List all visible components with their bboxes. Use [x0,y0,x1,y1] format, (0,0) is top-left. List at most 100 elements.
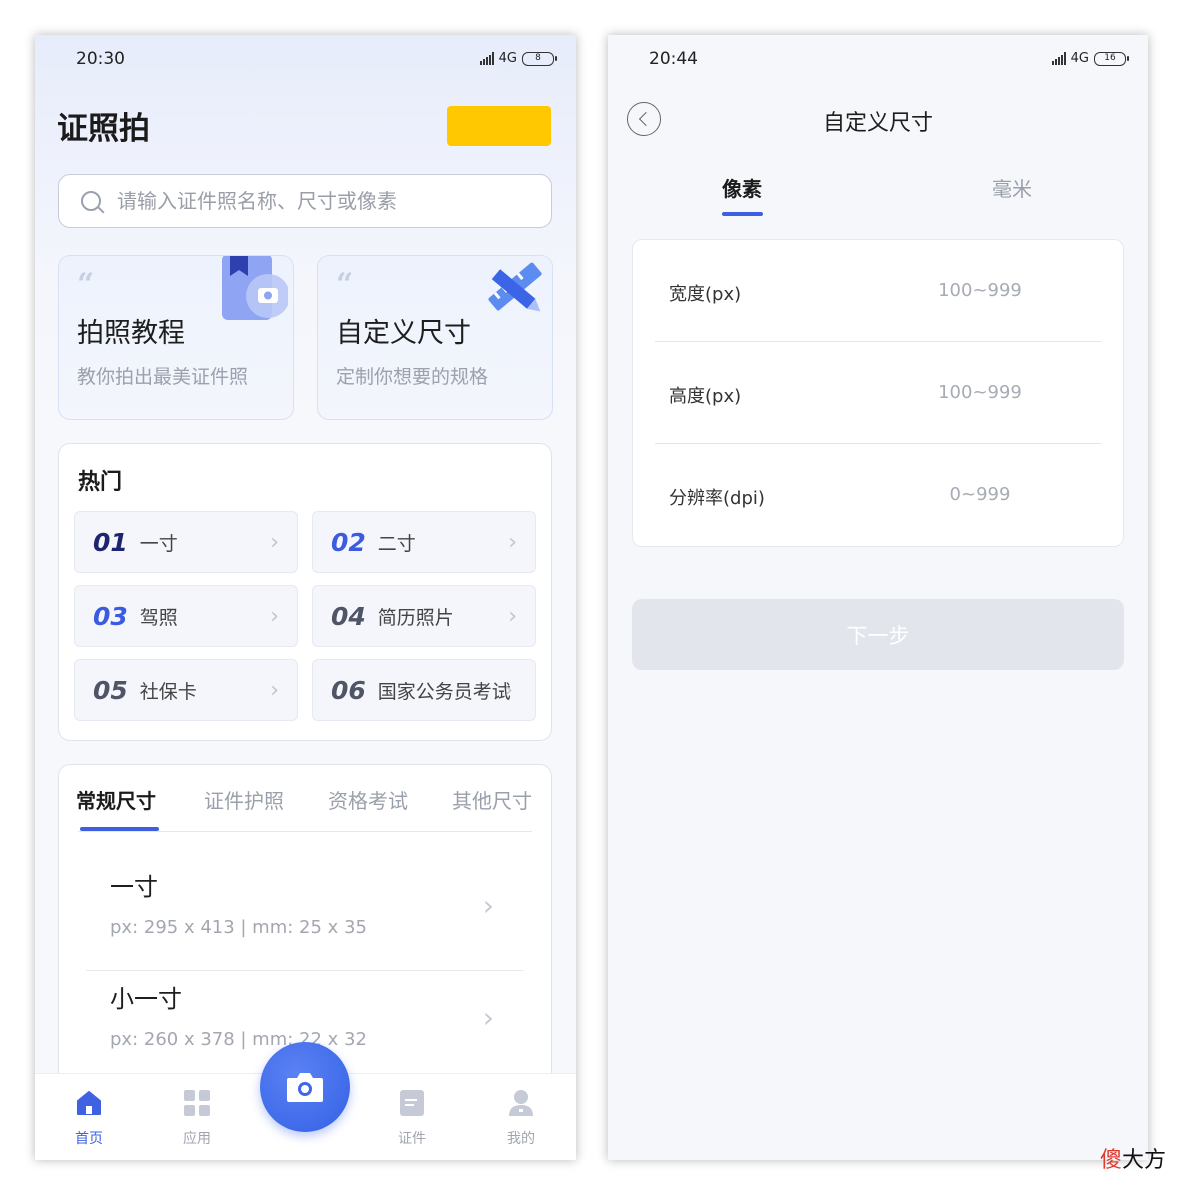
battery-icon: 8 [522,51,557,66]
hot-item-number: 06 [331,675,366,705]
network-label: 4G [498,51,517,66]
hot-title: 热门 [78,470,123,495]
chevron-right-icon: › [508,604,517,629]
network-label: 4G [1070,51,1089,66]
home-icon [77,1091,101,1115]
ruler-pencil-icon [488,262,542,312]
size-form: 宽度(px) 高度(px) 分辨率(dpi) [632,239,1124,547]
height-row: 高度(px) [655,342,1101,444]
redacted-block[interactable] [447,106,551,146]
chevron-right-icon: › [508,530,517,555]
width-label: 宽度(px) [669,284,742,305]
hot-item[interactable]: 06 国家公务员考试 › [312,659,536,721]
chevron-right-icon: › [270,678,279,703]
hot-item[interactable]: 03 驾照 › [74,585,298,647]
bookmark-camera-icon [222,256,288,320]
chevron-right-icon: › [270,604,279,629]
custom-size-card[interactable]: “ 自定义尺寸 定制你想要的规格 [317,255,553,420]
size-name: 小一寸 [110,985,182,1013]
search-icon [81,191,101,211]
dpi-field[interactable] [885,476,1075,512]
size-detail: px: 295 x 413 | mm: 25 x 35 [110,917,367,938]
signal-icon [479,52,494,65]
width-row: 宽度(px) [655,240,1101,342]
hot-item-label: 驾照 [139,606,178,629]
height-label: 高度(px) [669,386,742,407]
status-bar: 20:44 4G 16 [608,35,1148,83]
signal-icon [1051,52,1066,65]
feature-title: 自定义尺寸 [336,318,471,349]
chevron-right-icon: › [482,1001,494,1034]
tab-pixels[interactable]: 像素 [722,173,762,202]
quote-icon: “ [336,267,354,302]
status-indicators: 4G 16 [1051,51,1129,66]
nav-label: 我的 [507,1131,535,1147]
status-time: 20:30 [76,49,125,69]
camera-button[interactable] [260,1042,350,1132]
watermark: 傻大方 [1100,1142,1166,1174]
nav-apps[interactable]: 应用 [167,1088,227,1148]
tab-passport[interactable]: 证件护照 [204,785,284,814]
watermark-rest: 大方 [1121,1148,1166,1173]
hot-item[interactable]: 01 一寸 › [74,511,298,573]
hot-item[interactable]: 02 二寸 › [312,511,536,573]
next-step-button[interactable]: 下一步 [632,599,1124,670]
status-time: 20:44 [649,49,698,69]
page-title: 自定义尺寸 [822,111,933,136]
active-tab-indicator [722,212,763,216]
hot-item-number: 01 [93,527,128,557]
width-field[interactable] [885,272,1075,308]
nav-documents[interactable]: 证件 [382,1088,442,1148]
hot-item-label: 一寸 [139,532,178,555]
search-bar[interactable] [58,174,552,228]
tab-regular-size[interactable]: 常规尺寸 [76,785,156,814]
height-field[interactable] [885,374,1075,410]
tab-millimeters[interactable]: 毫米 [992,173,1032,202]
active-tab-indicator [80,827,159,831]
feature-subtitle: 定制你想要的规格 [336,366,489,388]
apps-icon [184,1090,210,1116]
status-indicators: 4G 8 [479,51,557,66]
hot-item-number: 04 [331,601,366,631]
hot-item-label: 简历照片 [377,606,454,629]
camera-icon [287,1073,323,1102]
feature-subtitle: 教你拍出最美证件照 [77,366,249,388]
watermark-first: 傻 [1099,1148,1122,1173]
tab-other-size[interactable]: 其他尺寸 [452,785,532,814]
chevron-right-icon: › [270,530,279,555]
home-screen: 20:30 4G 8 证照拍 “ 拍照教程 教你拍出最美证件照 “ 自定义尺寸 … [35,35,576,1160]
hot-item[interactable]: 04 简历照片 › [312,585,536,647]
profile-icon [509,1090,533,1116]
nav-profile[interactable]: 我的 [491,1088,551,1148]
battery-icon: 16 [1094,51,1129,66]
nav-label: 首页 [75,1131,103,1147]
status-bar: 20:30 4G 8 [35,35,576,83]
search-input[interactable] [117,189,497,213]
hot-item-number: 03 [93,601,128,631]
nav-label: 证件 [398,1131,426,1147]
custom-size-screen: 20:44 4G 16 自定义尺寸 像素 毫米 宽度(px) 高度(px) 分辨… [608,35,1148,1160]
hot-item-label: 社保卡 [139,680,197,703]
hot-item-label: 二寸 [377,532,416,555]
tab-exams[interactable]: 资格考试 [328,785,408,814]
app-title: 证照拍 [57,111,150,147]
hot-section: 热门 01 一寸 › 02 二寸 › 03 驾照 › 04 简历照片 › 05 … [58,443,552,741]
chevron-right-icon: › [504,678,513,703]
quote-icon: “ [77,267,95,302]
hot-item-number: 02 [331,527,366,557]
hot-item-label: 国家公务员考试 [377,680,511,703]
dpi-row: 分辨率(dpi) [655,444,1101,546]
size-list-item[interactable]: 一寸 px: 295 x 413 | mm: 25 x 35 › [86,859,524,971]
feature-title: 拍照教程 [77,318,185,349]
bottom-nav: 首页 应用 证件 我的 [35,1042,576,1160]
nav-home[interactable]: 首页 [59,1088,119,1148]
tab-divider [78,831,532,832]
hot-item-number: 05 [93,675,128,705]
tutorial-card[interactable]: “ 拍照教程 教你拍出最美证件照 [58,255,294,420]
chevron-right-icon: › [482,889,494,922]
size-name: 一寸 [110,873,158,901]
dpi-label: 分辨率(dpi) [669,488,765,509]
nav-label: 应用 [183,1131,211,1147]
hot-item[interactable]: 05 社保卡 › [74,659,298,721]
size-detail: px: 260 x 378 | mm: 22 x 32 [110,1029,367,1050]
